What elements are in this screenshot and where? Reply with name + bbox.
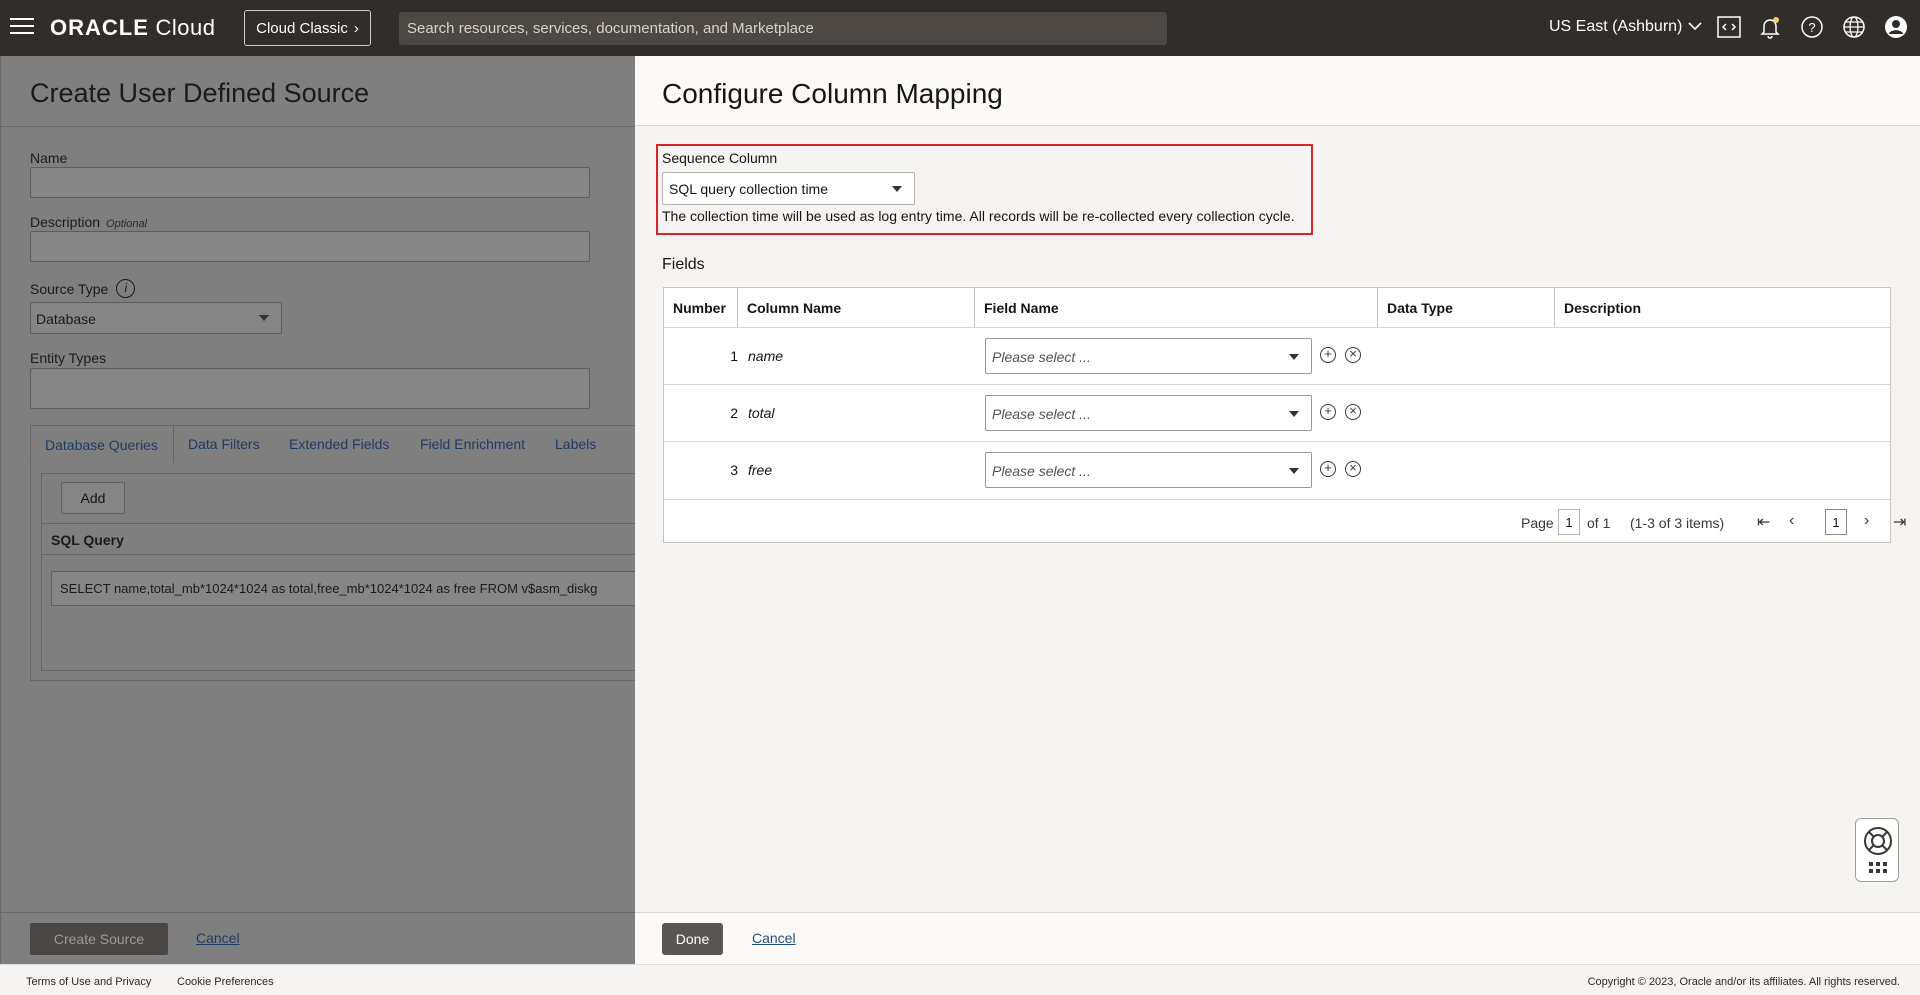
sequence-column-select[interactable]: SQL query collection time <box>662 172 915 205</box>
panel-title: Configure Column Mapping <box>662 78 1003 109</box>
fields-heading: Fields <box>662 256 705 273</box>
page-title: Create User Defined Source <box>30 78 370 108</box>
search-input[interactable]: Search resources, services, documentatio… <box>399 12 1167 45</box>
page-number-input[interactable]: 1 <box>1558 509 1580 535</box>
region-label: US East (Ashburn) <box>1549 18 1683 35</box>
row-number: 1 <box>730 348 738 364</box>
table-row: 2 total Please select ... + × <box>664 384 1890 441</box>
first-page-icon[interactable]: ⇤ <box>1757 512 1770 532</box>
pagination: Page 1 of 1 (1-3 of 3 items) ⇤ ‹ 1 › ⇥ <box>664 499 1906 543</box>
terms-link[interactable]: Terms of Use and Privacy <box>26 976 151 988</box>
dropdown-arrow-icon <box>892 186 902 192</box>
remove-row-icon[interactable]: × <box>1345 347 1361 363</box>
table-row: 1 name Please select ... + × <box>664 327 1890 384</box>
info-icon[interactable]: i <box>116 279 136 298</box>
column-header-description: Description <box>1555 288 1890 328</box>
field-name-select[interactable]: Please select ... <box>985 395 1312 431</box>
tab-data-filters[interactable]: Data Filters <box>188 436 260 452</box>
region-selector[interactable]: US East (Ashburn) <box>1549 18 1702 36</box>
last-page-icon[interactable]: ⇥ <box>1893 512 1906 532</box>
code-editor-icon[interactable] <box>1716 14 1742 40</box>
help-widget[interactable] <box>1855 818 1899 882</box>
description-field[interactable] <box>30 231 590 262</box>
done-button[interactable]: Done <box>662 923 723 955</box>
page-footer: Terms of Use and Privacy Cookie Preferen… <box>0 964 1920 995</box>
tab-labels[interactable]: Labels <box>555 436 596 452</box>
panel-header: Configure Column Mapping <box>635 56 1920 126</box>
add-row-icon[interactable]: + <box>1320 347 1336 363</box>
language-globe-icon[interactable] <box>1841 14 1867 40</box>
add-row-icon[interactable]: + <box>1320 404 1336 420</box>
chevron-down-icon <box>1688 18 1702 36</box>
divider <box>1 912 636 913</box>
notifications-bell-icon[interactable] <box>1757 14 1783 40</box>
field-name-select[interactable]: Please select ... <box>985 338 1312 374</box>
column-header-number: Number <box>664 288 738 328</box>
remove-row-icon[interactable]: × <box>1345 404 1361 420</box>
oracle-cloud-logo[interactable]: ORACLE Cloud <box>50 15 216 41</box>
description-label: Description Optional <box>30 214 148 230</box>
tab-database-queries[interactable]: Database Queries <box>30 425 174 463</box>
hamburger-menu-icon[interactable] <box>10 18 34 36</box>
add-query-button[interactable]: Add <box>61 482 125 514</box>
create-source-button[interactable]: Create Source <box>30 923 168 955</box>
cloud-classic-label: Cloud Classic <box>256 19 348 37</box>
page-label: Page <box>1521 515 1554 531</box>
table-row: 3 free Please select ... + × <box>664 441 1890 498</box>
svg-text:?: ? <box>1808 20 1815 35</box>
sql-query-input[interactable]: SELECT name,total_mb*1024*1024 as total,… <box>51 571 636 606</box>
cookie-preferences-link[interactable]: Cookie Preferences <box>177 976 274 988</box>
page-count: of 1 <box>1587 515 1611 531</box>
create-source-panel: Create User Defined Source Name Descript… <box>0 56 636 964</box>
left-cancel-link[interactable]: Cancel <box>196 930 240 946</box>
remove-row-icon[interactable]: × <box>1345 461 1361 477</box>
tab-field-enrichment[interactable]: Field Enrichment <box>420 436 525 452</box>
divider <box>1 126 636 127</box>
row-number: 3 <box>730 462 738 478</box>
chevron-right-icon: › <box>353 19 359 37</box>
column-header-data-type: Data Type <box>1378 288 1555 328</box>
copyright-text: Copyright © 2023, Oracle and/or its affi… <box>1587 976 1900 988</box>
row-column-name: name <box>748 348 784 364</box>
fields-table: Number Column Name Field Name Data Type … <box>663 287 1906 543</box>
next-page-icon[interactable]: › <box>1864 512 1869 530</box>
name-field[interactable] <box>30 167 590 198</box>
cloud-classic-button[interactable]: Cloud Classic › <box>244 10 371 46</box>
help-icon[interactable]: ? <box>1799 14 1825 40</box>
row-column-name: free <box>748 462 773 478</box>
lifebuoy-icon <box>1864 827 1892 873</box>
row-column-name: total <box>748 405 775 421</box>
column-header-field-name: Field Name <box>975 288 1378 328</box>
name-label: Name <box>30 150 68 166</box>
tab-extended-fields[interactable]: Extended Fields <box>289 436 389 452</box>
items-count: (1-3 of 3 items) <box>1630 515 1725 531</box>
source-type-select[interactable]: Database <box>30 302 282 334</box>
sequence-column-help-text: The collection time will be used as log … <box>662 208 1295 224</box>
sequence-column-label: Sequence Column <box>662 150 778 166</box>
panel-footer <box>635 913 1920 964</box>
top-navigation-bar: ORACLE Cloud Cloud Classic › Search reso… <box>0 0 1920 56</box>
current-page-button[interactable]: 1 <box>1825 509 1847 535</box>
column-header-column-name: Column Name <box>738 288 975 328</box>
right-cancel-link[interactable]: Cancel <box>752 930 796 946</box>
previous-page-icon[interactable]: ‹ <box>1789 512 1794 530</box>
source-type-label: Source Type i <box>30 279 136 298</box>
sql-query-header: SQL Query <box>41 523 636 555</box>
add-row-icon[interactable]: + <box>1320 461 1336 477</box>
entity-types-label: Entity Types <box>30 350 107 366</box>
field-name-select[interactable]: Please select ... <box>985 452 1312 488</box>
configure-column-mapping-panel: Configure Column Mapping Sequence Column… <box>635 56 1920 964</box>
user-profile-icon[interactable] <box>1883 14 1909 40</box>
row-number: 2 <box>730 405 738 421</box>
entity-types-field[interactable] <box>30 368 590 409</box>
